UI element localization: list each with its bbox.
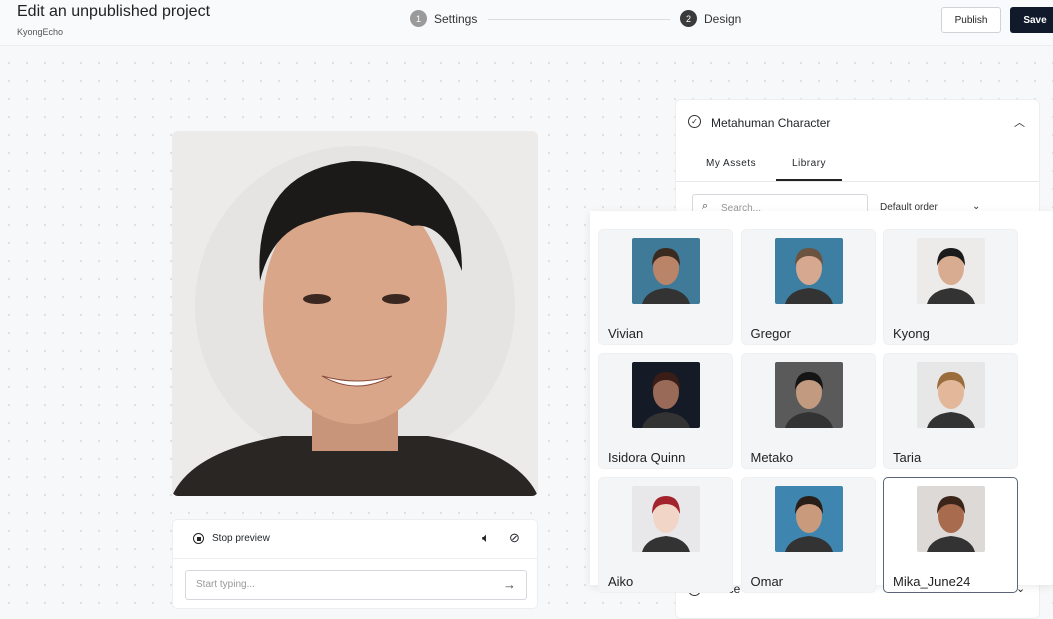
preview-controls: Stop preview 🔈︎ ⊘ Start typing... → [172,519,538,609]
character-card[interactable]: Gregor [740,229,876,345]
character-name: Metako [750,450,794,465]
send-arrow-icon[interactable]: → [503,577,516,592]
character-name: Gregor [750,326,791,341]
character-card[interactable]: Taria [883,353,1018,469]
stop-preview-button[interactable]: Stop preview [193,533,270,544]
character-card[interactable]: Kyong [883,229,1018,345]
speaker-icon[interactable]: 🔈︎ [482,530,490,546]
header: Edit an unpublished project KyongEcho 1S… [0,0,1053,46]
character-card[interactable]: Mika_June24 [883,477,1018,593]
character-grid: Vivian Gregor Kyong Isidora Quinn Metako Tari… [590,211,1053,593]
character-thumbnail [917,362,985,428]
character-thumbnail [632,238,700,304]
chevron-up-icon[interactable]: ︿ [1014,114,1025,130]
character-thumbnail [917,238,985,304]
character-name: Isidora Quinn [608,450,686,465]
step-label: Design [704,11,742,26]
step-number: 1 [410,10,427,27]
character-name: Aiko [608,574,634,589]
character-card[interactable]: Isidora Quinn [598,353,733,469]
character-card[interactable]: Aiko [598,477,733,593]
panel-title: Metahuman Character [711,116,831,130]
save-button[interactable]: Save [1010,7,1053,33]
character-thumbnail [774,486,843,552]
step-settings[interactable]: 1 Settings [410,10,477,27]
step-design[interactable]: 2 Design [680,10,741,27]
stop-preview-label: Stop preview [212,533,270,544]
character-name: Kyong [893,326,930,341]
character-thumbnail [774,238,843,304]
character-name: Taria [893,450,922,465]
project-name: KyongEcho [17,27,64,37]
check-circle-icon: ✓ [688,115,701,128]
character-thumbnail [917,486,985,552]
character-card[interactable]: Omar [740,477,876,593]
character-name: Vivian [608,326,644,341]
character-thumbnail [774,362,843,428]
character-name: Omar [750,574,784,589]
step-label: Settings [434,11,478,26]
stop-icon [193,533,204,544]
publish-button[interactable]: Publish [941,7,1001,33]
mic-off-icon[interactable]: ⊘ [509,530,520,546]
avatar-face-image [172,146,538,496]
chat-input[interactable]: Start typing... → [185,570,527,600]
character-name: Mika_June24 [893,574,971,589]
page-title: Edit an unpublished project [17,3,211,20]
tab-library[interactable]: Library [776,150,842,181]
character-card[interactable]: Metako [740,353,876,469]
tab-my-assets[interactable]: My Assets [706,158,756,169]
step-number: 2 [680,10,697,27]
step-divider [488,19,670,20]
character-thumbnail [632,362,700,428]
character-thumbnail [632,486,700,552]
character-card[interactable]: Vivian [598,229,733,345]
chat-placeholder: Start typing... [196,579,255,590]
avatar-preview [172,131,538,496]
